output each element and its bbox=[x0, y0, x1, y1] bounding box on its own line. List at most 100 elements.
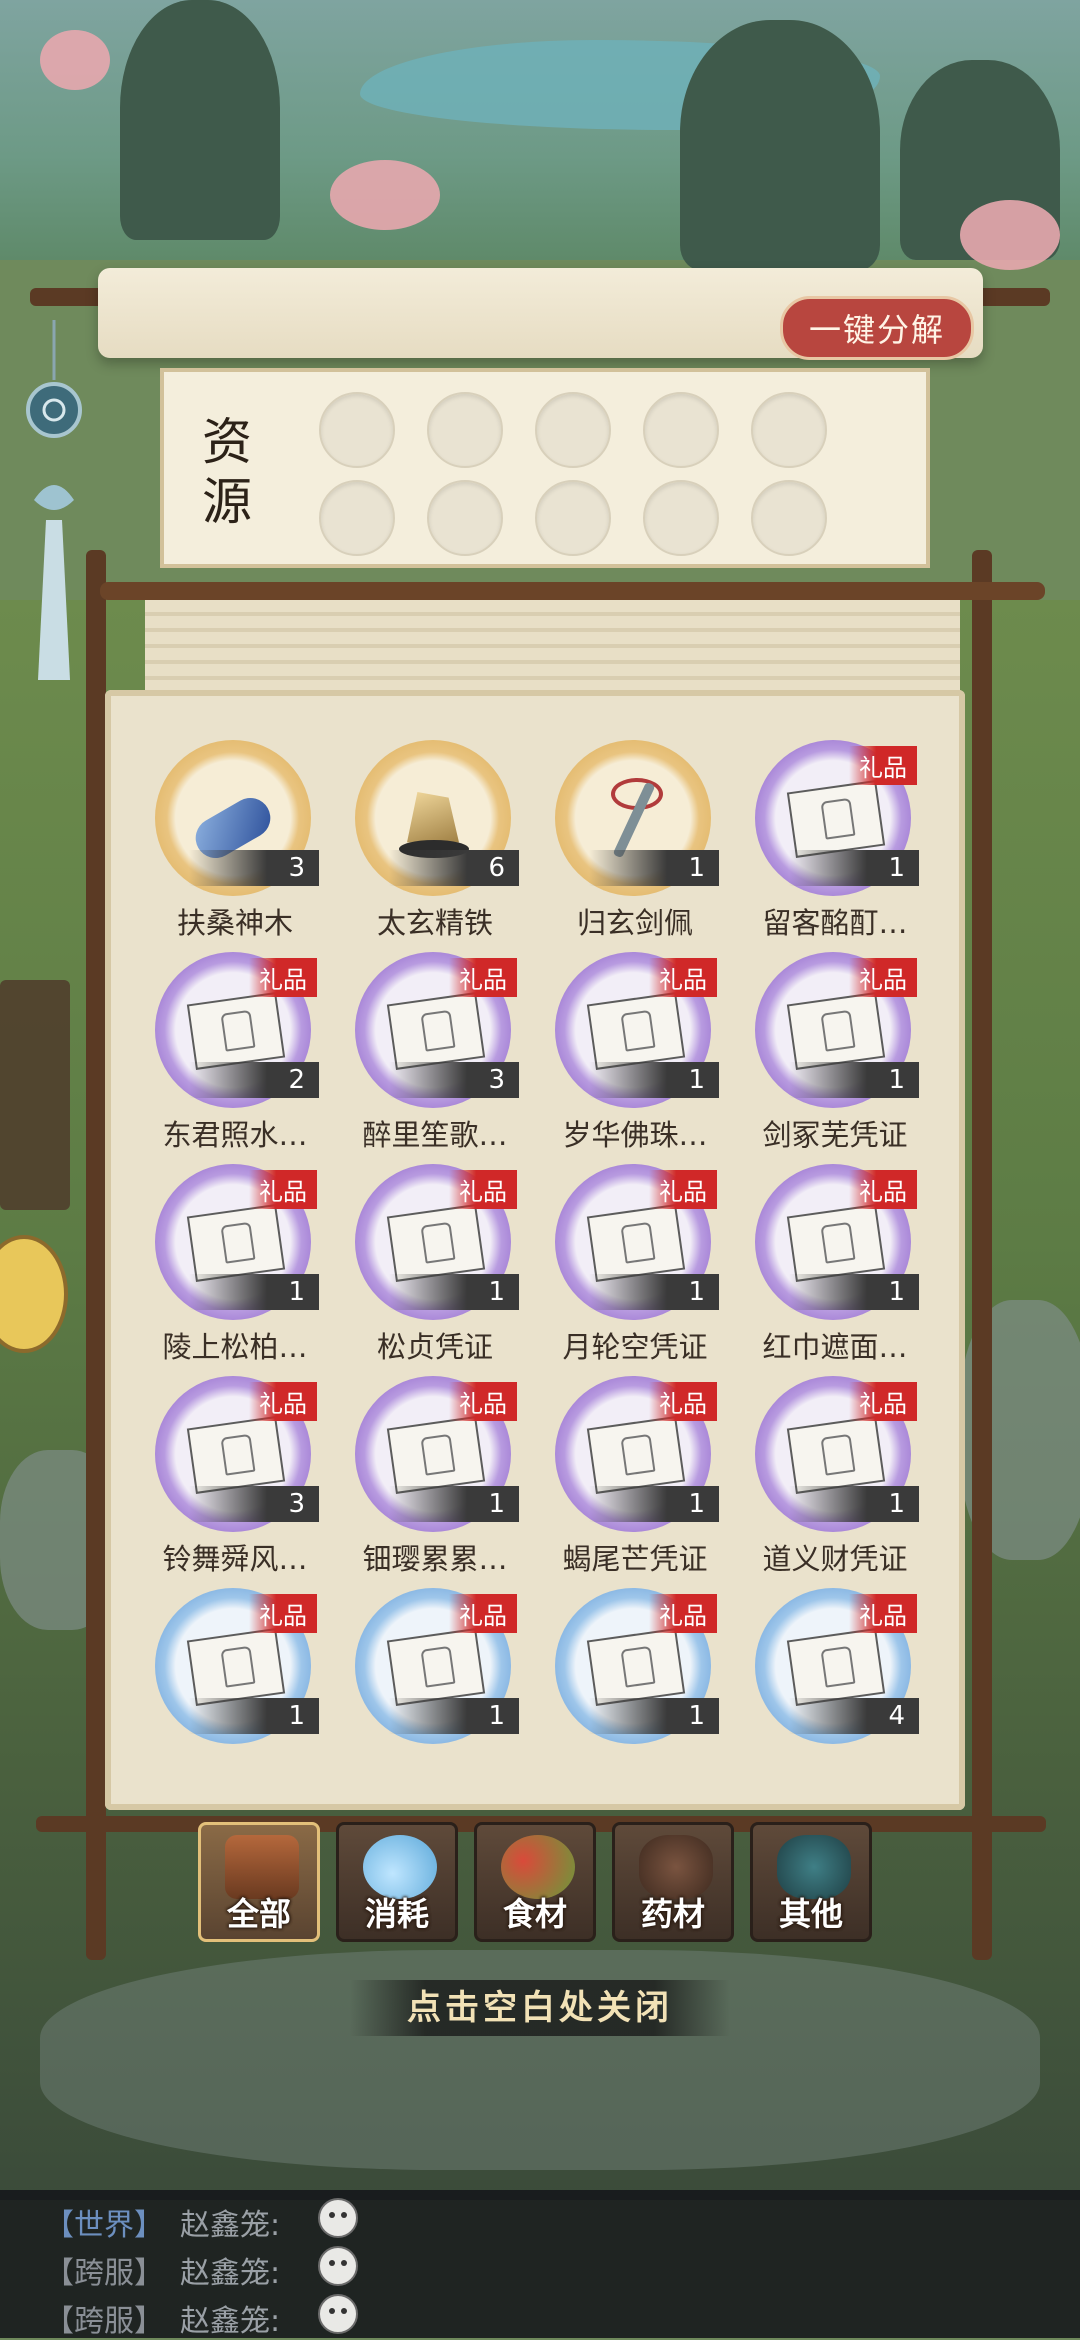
inventory-item[interactable]: 1 归玄剑佩 bbox=[535, 740, 719, 940]
gift-tag: 礼品 bbox=[449, 1170, 517, 1209]
item-name: 月轮空凭证 bbox=[562, 1330, 708, 1364]
item-name: 留客酩酊… bbox=[762, 906, 908, 940]
item-count: 1 bbox=[789, 850, 919, 886]
item-frame: 礼品 1 bbox=[355, 1376, 519, 1532]
tab-label: 全部 bbox=[226, 1895, 291, 1933]
gift-tag: 礼品 bbox=[849, 958, 917, 997]
item-count: 6 bbox=[389, 850, 519, 886]
item-name: 红巾遮面… bbox=[762, 1330, 908, 1364]
inventory-item[interactable]: 礼品 2 东君照水… bbox=[135, 952, 319, 1152]
inventory-item[interactable]: 礼品 1 道义财凭证 bbox=[735, 1376, 919, 1576]
resource-panel: 资源 bbox=[160, 368, 930, 568]
gift-tag: 礼品 bbox=[249, 1594, 317, 1633]
item-count: 1 bbox=[589, 850, 719, 886]
inventory-item[interactable]: 礼品 1 岁华佛珠… bbox=[535, 952, 719, 1152]
resource-slot[interactable] bbox=[535, 392, 611, 468]
gift-tag: 礼品 bbox=[649, 1382, 717, 1421]
house bbox=[0, 980, 70, 1210]
chat-line[interactable]: 【世界】 赵鑫笼: bbox=[0, 2194, 1080, 2244]
cherry-blossom bbox=[330, 160, 440, 230]
item-frame: 礼品 3 bbox=[355, 952, 519, 1108]
mountain bbox=[120, 0, 280, 240]
resource-slot[interactable] bbox=[427, 480, 503, 556]
resource-slot[interactable] bbox=[751, 480, 827, 556]
item-count: 4 bbox=[789, 1698, 919, 1734]
scroll-fold bbox=[145, 600, 960, 696]
inventory-item[interactable]: 礼品 1 月轮空凭证 bbox=[535, 1164, 719, 1364]
item-count: 1 bbox=[389, 1698, 519, 1734]
tab-other[interactable]: 其他 bbox=[750, 1822, 872, 1942]
item-frame: 1 bbox=[555, 740, 719, 896]
gift-tag: 礼品 bbox=[449, 1382, 517, 1421]
chat-channel: 【跨服】 bbox=[44, 2256, 164, 2291]
item-count: 1 bbox=[189, 1698, 319, 1734]
inventory-item[interactable]: 礼品 3 铃舞舜风… bbox=[135, 1376, 319, 1576]
inventory-item[interactable]: 礼品 1 bbox=[335, 1588, 519, 1770]
inventory-item[interactable]: 3 扶桑神木 bbox=[135, 740, 319, 940]
inventory-item[interactable]: 礼品 1 留客酩酊… bbox=[735, 740, 919, 940]
item-count: 1 bbox=[589, 1698, 719, 1734]
item-count: 3 bbox=[189, 850, 319, 886]
chat-sender[interactable]: 赵鑫笼: bbox=[180, 2296, 280, 2340]
item-frame: 礼品 1 bbox=[155, 1164, 319, 1320]
item-frame: 礼品 1 bbox=[555, 1164, 719, 1320]
inventory-item[interactable]: 6 太玄精铁 bbox=[335, 740, 519, 940]
gift-tag: 礼品 bbox=[649, 1594, 717, 1633]
inventory-item[interactable]: 礼品 3 醉里笙歌… bbox=[335, 952, 519, 1152]
chat-sender[interactable]: 赵鑫笼: bbox=[180, 2248, 280, 2292]
chat-line[interactable]: 【跨服】 赵鑫笼: bbox=[0, 2290, 1080, 2340]
item-frame: 礼品 1 bbox=[155, 1588, 319, 1744]
tab-ingredients[interactable]: 食材 bbox=[474, 1822, 596, 1942]
inventory-item[interactable]: 礼品 1 剑冢芜凭证 bbox=[735, 952, 919, 1152]
tap-to-close-hint[interactable]: 点击空白处关闭 bbox=[350, 1980, 730, 2036]
inventory-item[interactable]: 礼品 1 bbox=[135, 1588, 319, 1770]
chat-line[interactable]: 【跨服】 赵鑫笼: bbox=[0, 2242, 1080, 2292]
inventory-item[interactable]: 礼品 1 钿璎累累… bbox=[335, 1376, 519, 1576]
resource-slot[interactable] bbox=[319, 392, 395, 468]
item-count: 1 bbox=[589, 1062, 719, 1098]
chat-feed[interactable]: 【世界】 赵鑫笼: 【跨服】 赵鑫笼: 【跨服】 赵鑫笼: bbox=[0, 2190, 1080, 2340]
inventory-item[interactable]: 礼品 1 松贞凭证 bbox=[335, 1164, 519, 1364]
inventory-item[interactable]: 礼品 1 bbox=[535, 1588, 719, 1770]
item-name: 太玄精铁 bbox=[376, 906, 493, 940]
item-frame: 礼品 1 bbox=[755, 952, 919, 1108]
tab-consumables[interactable]: 消耗 bbox=[336, 1822, 458, 1942]
inventory-item[interactable]: 礼品 1 蝎尾芒凭证 bbox=[535, 1376, 719, 1576]
item-count: 1 bbox=[789, 1062, 919, 1098]
item-name: 东君照水… bbox=[162, 1118, 308, 1152]
tab-herbs[interactable]: 药材 bbox=[612, 1822, 734, 1942]
resource-slot[interactable] bbox=[643, 392, 719, 468]
item-name: 扶桑神木 bbox=[176, 906, 293, 940]
one-click-decompose-button[interactable]: 一键分解 bbox=[780, 296, 974, 360]
inventory-item[interactable]: 礼品 1 红巾遮面… bbox=[735, 1164, 919, 1364]
item-frame: 礼品 1 bbox=[755, 1164, 919, 1320]
item-frame: 礼品 1 bbox=[355, 1164, 519, 1320]
resource-slot[interactable] bbox=[751, 392, 827, 468]
item-count: 2 bbox=[189, 1062, 319, 1098]
emoji-face-icon bbox=[318, 2294, 358, 2334]
tab-label: 消耗 bbox=[364, 1895, 429, 1933]
item-frame: 礼品 1 bbox=[555, 1588, 719, 1744]
resource-slot[interactable] bbox=[427, 392, 503, 468]
item-frame: 礼品 4 bbox=[755, 1588, 919, 1744]
item-name: 岁华佛珠… bbox=[562, 1118, 708, 1152]
gift-tag: 礼品 bbox=[849, 1382, 917, 1421]
inventory-item[interactable]: 礼品 4 bbox=[735, 1588, 919, 1770]
resource-slot[interactable] bbox=[535, 480, 611, 556]
item-frame: 礼品 2 bbox=[155, 952, 319, 1108]
resource-slot[interactable] bbox=[319, 480, 395, 556]
item-name: 剑冢芜凭证 bbox=[762, 1118, 908, 1152]
chat-sender[interactable]: 赵鑫笼: bbox=[180, 2200, 280, 2244]
item-count: 3 bbox=[189, 1486, 319, 1522]
mountain bbox=[680, 20, 880, 270]
tab-all[interactable]: 全部 bbox=[198, 1822, 320, 1942]
resource-slot[interactable] bbox=[643, 480, 719, 556]
item-frame: 礼品 1 bbox=[555, 952, 719, 1108]
gift-tag: 礼品 bbox=[849, 746, 917, 785]
item-name: 陵上松柏… bbox=[162, 1330, 308, 1364]
item-count: 1 bbox=[789, 1486, 919, 1522]
inventory-item[interactable]: 礼品 1 陵上松柏… bbox=[135, 1164, 319, 1364]
item-frame: 礼品 1 bbox=[355, 1588, 519, 1744]
item-name: 蝎尾芒凭证 bbox=[562, 1542, 708, 1576]
item-count: 1 bbox=[789, 1274, 919, 1310]
